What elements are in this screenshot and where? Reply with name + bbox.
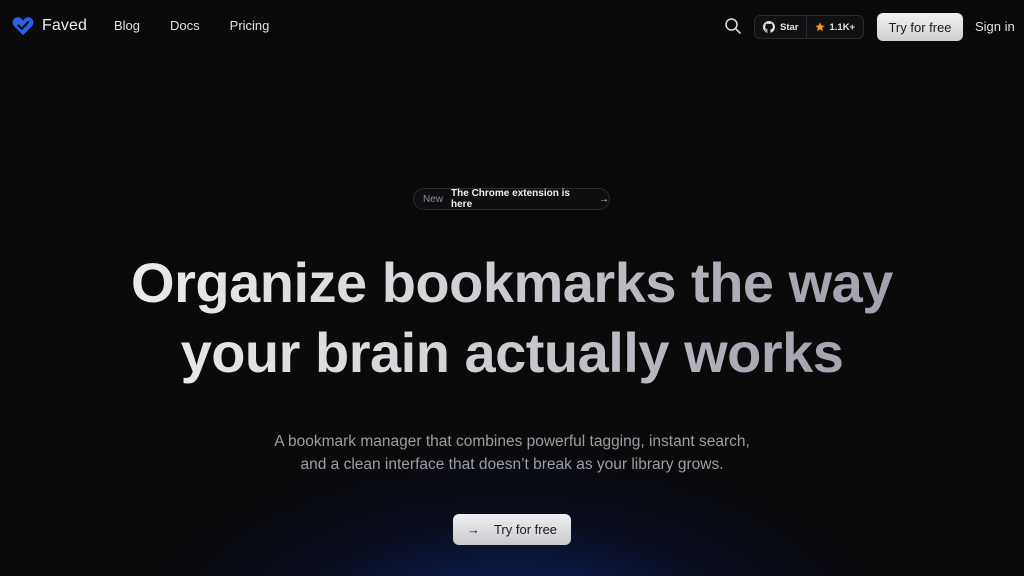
headline-line-1: Organize bookmarks the way xyxy=(131,251,893,314)
arrow-right-icon: → xyxy=(599,193,609,205)
github-star-button[interactable]: Star 1.1K+ xyxy=(754,15,864,39)
hero-headline: Organize bookmarks the way your brain ac… xyxy=(0,248,1024,388)
cta-label: Try for free xyxy=(493,522,558,537)
badge-text: The Chrome extension is here xyxy=(451,188,570,210)
nav-link-pricing[interactable]: Pricing xyxy=(230,18,270,33)
nav-links: Blog Docs Pricing xyxy=(114,18,299,33)
landing-page: Faved Blog Docs Pricing Star 1.1K+ Try f… xyxy=(0,0,1024,576)
brand-name: Faved xyxy=(42,17,87,34)
nav-link-blog[interactable]: Blog xyxy=(114,18,140,33)
github-star-label: Star xyxy=(780,21,799,33)
try-for-free-nav-button[interactable]: Try for free xyxy=(877,13,963,41)
top-nav: Faved Blog Docs Pricing Star 1.1K+ Try f… xyxy=(0,0,1024,54)
try-for-free-hero-button[interactable]: → Try for free xyxy=(453,514,571,545)
nav-link-docs[interactable]: Docs xyxy=(170,18,200,33)
github-icon xyxy=(763,21,775,33)
github-count-section: 1.1K+ xyxy=(807,16,863,38)
github-star-section: Star xyxy=(755,16,808,38)
brand-logo[interactable]: Faved xyxy=(12,16,87,36)
sign-in-link[interactable]: Sign in xyxy=(975,19,1015,34)
arrow-right-icon: → xyxy=(466,522,480,537)
subtitle-line-1: A bookmark manager that combines powerfu… xyxy=(274,433,750,450)
star-icon xyxy=(815,22,826,32)
heart-logo-icon xyxy=(12,17,34,36)
github-star-count: 1.1K+ xyxy=(829,21,856,33)
announcement-badge[interactable]: New The Chrome extension is here → xyxy=(413,188,610,210)
hero-subtitle: A bookmark manager that combines powerfu… xyxy=(0,430,1024,476)
subtitle-line-2: and a clean interface that doesn’t break… xyxy=(300,456,724,473)
badge-tag: New xyxy=(423,193,444,205)
search-icon[interactable] xyxy=(724,17,742,35)
headline-line-2: your brain actually works xyxy=(180,321,844,384)
